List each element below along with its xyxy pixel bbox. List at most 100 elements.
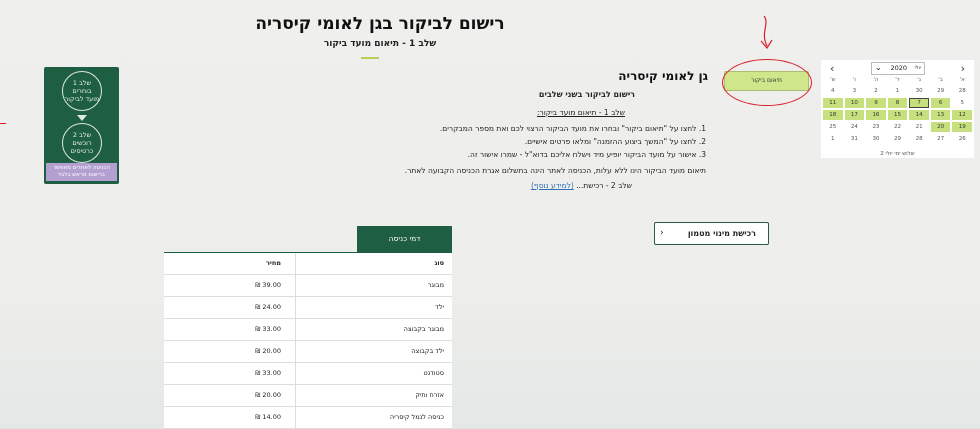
- annotation-mark: [0, 123, 6, 124]
- ticket-price: 14.00 ₪: [255, 413, 281, 421]
- calendar-day: 24: [850, 124, 858, 130]
- calendar-day[interactable]: 18: [823, 110, 843, 120]
- calendar-day: 29: [937, 88, 945, 94]
- calendar-day[interactable]: 12: [952, 110, 972, 120]
- weekday-label: ג': [917, 77, 921, 83]
- table-row: מבוגר 39.00 ₪: [164, 275, 452, 297]
- calendar-month: יולי: [914, 65, 921, 71]
- step1-heading: שלב 1 - תיאום מועד ביקור:: [536, 108, 625, 117]
- weekday-label: ב': [938, 77, 943, 83]
- annotation-circle: [722, 59, 812, 106]
- calendar-grid: א' ב' ג' ד' ה' ו' ש' 28 29 30 1 2 3 4 5 6 7 8 9 10 11 12 13 14 1…: [823, 76, 972, 144]
- calendar-day[interactable]: 19: [952, 122, 972, 132]
- calendar-day: 23: [872, 124, 880, 130]
- annotation-arrow: [760, 15, 773, 50]
- ticket-price: 20.00 ₪: [255, 391, 281, 399]
- step1-line: שלב 1: [72, 78, 92, 87]
- ticket-type: מבוגר: [295, 275, 452, 296]
- price-table: סוג מחיר מבוגר 39.00 ₪ ילד 24.00 ₪ מבוגר בקב…: [164, 253, 452, 429]
- column-header-price: מחיר: [266, 259, 281, 267]
- ticket-price: 39.00 ₪: [255, 281, 281, 289]
- two-steps-heading: רישום לביקור בשני שלבים: [538, 90, 635, 99]
- table-row: מבוגר בקבוצה 33.00 ₪: [164, 319, 452, 341]
- title-divider: [361, 57, 379, 59]
- calendar-day[interactable]: 9: [866, 98, 886, 108]
- ticket-type: אזרח ותיק: [295, 385, 452, 406]
- instruction-item: 1. לחצו על "תיאום ביקור" ובחרו את מועד ה…: [439, 124, 706, 133]
- steps-note-line: ברישום מראש בלבד: [58, 172, 105, 178]
- ticket-type: ילד: [295, 297, 452, 318]
- ticket-price: 24.00 ₪: [255, 303, 281, 311]
- table-row: ילד בקבוצה 20.00 ₪: [164, 341, 452, 363]
- calendar-day[interactable]: 14: [909, 110, 929, 120]
- calendar-day: 30: [872, 136, 880, 142]
- step2-text: שלב 2 - רכישת...: [576, 181, 632, 190]
- step1-line: בוחרים: [72, 86, 92, 95]
- calendar-day[interactable]: 11: [823, 98, 843, 108]
- calendar-day: 27: [937, 136, 945, 142]
- calendar-day: 1: [831, 136, 835, 142]
- calendar-day: 1: [895, 88, 900, 94]
- calendar-day: 29: [894, 136, 901, 142]
- calendar-day[interactable]: 8: [887, 98, 908, 108]
- page-subtitle: שלב 1 - תיאום מועד ביקור: [323, 39, 437, 49]
- calendar-year: 2020: [890, 64, 907, 72]
- table-row: ילד 24.00 ₪: [164, 297, 452, 319]
- chevron-right-icon: ›: [660, 228, 664, 238]
- instruction-item: 3. אישור על מועד הביקור יופיע מיד וישלח …: [467, 150, 706, 159]
- instruction-item: 2. לחצו על "המשך ביצוע ההזמנה" ומלאו פרט…: [524, 137, 706, 146]
- table-row: כניסה לנמל קיסריה 14.00 ₪: [164, 407, 452, 429]
- calendar-day: 21: [915, 124, 923, 130]
- step1-circle: שלב 1 בוחרים מועד לביקור: [62, 71, 102, 111]
- calendar-day[interactable]: 13: [930, 110, 951, 120]
- cost-note: תיאום מועד הביקור הינו ללא עלות, הכניסה …: [404, 166, 706, 175]
- calendar-day: 26: [958, 136, 966, 142]
- calendar-day: 2: [874, 88, 878, 94]
- buy-subscription-label: רכישת מינוי מטמון: [687, 229, 756, 238]
- ticket-type: סטודנט: [295, 363, 452, 384]
- price-table-header: סוג מחיר: [164, 253, 452, 275]
- calendar-day[interactable]: 15: [887, 110, 908, 120]
- arrow-down-icon: [77, 115, 87, 121]
- steps-note: הכניסה לאתרים מאפשר ברישום מראש בלבד: [46, 163, 117, 181]
- calendar-day: 4: [831, 88, 835, 94]
- ticket-price: 33.00 ₪: [255, 369, 281, 377]
- buy-subscription-button[interactable]: רכישת מינוי מטמון ›: [654, 222, 769, 245]
- chevron-down-icon: ⌄: [875, 63, 882, 72]
- calendar-day[interactable]: 10: [844, 98, 865, 108]
- table-row: סטודנט 33.00 ₪: [164, 363, 452, 385]
- ticket-type: ילד בקבוצה: [295, 341, 452, 362]
- calendar-day[interactable]: 7: [909, 98, 929, 108]
- calendar-day: 25: [829, 124, 837, 130]
- calendar-day[interactable]: 17: [844, 110, 865, 120]
- calendar-day: 5: [960, 100, 964, 106]
- calendar-day[interactable]: 6: [930, 98, 951, 108]
- ticket-price: 33.00 ₪: [255, 325, 281, 333]
- calendar-day[interactable]: 16: [866, 110, 886, 120]
- calendar-day: 28: [958, 88, 966, 94]
- ticket-price: 20.00 ₪: [255, 347, 281, 355]
- weekday-label: ו': [852, 77, 856, 83]
- step2-line: שלב 2: [72, 130, 92, 139]
- calendar-footer: שלוש ימי יולי 2: [880, 151, 915, 157]
- column-header-type: סוג: [295, 253, 452, 274]
- calendar-day: 22: [894, 124, 901, 130]
- ticket-type: מבוגר בקבוצה: [295, 319, 452, 340]
- weekday-label: ד': [895, 77, 900, 83]
- step2-line: רוכשים: [72, 138, 92, 147]
- calendar-day: 30: [915, 88, 923, 94]
- calendar-day[interactable]: 20: [930, 122, 951, 132]
- chevron-left-icon[interactable]: ‹: [830, 62, 834, 75]
- weekday-label: ה': [873, 77, 879, 83]
- more-info-link[interactable]: (למידע נוסף): [531, 181, 574, 190]
- month-year-select[interactable]: ⌄ 2020 יולי: [871, 62, 925, 75]
- instructions-list: 1. לחצו על "תיאום ביקור" ובחרו את מועד ה…: [286, 122, 706, 161]
- page-title: רישום לביקור בגן לאומי קיסריה: [255, 14, 505, 34]
- weekday-label: א': [959, 77, 965, 83]
- park-title: גן לאומי קיסריה: [618, 69, 708, 83]
- calendar-day: 28: [915, 136, 923, 142]
- steps-card: שלב 1 בוחרים מועד לביקור שלב 2 רוכשים כר…: [44, 67, 119, 184]
- chevron-right-icon[interactable]: ›: [961, 62, 965, 75]
- tab-entrance-fees[interactable]: דמי כניסה: [357, 226, 452, 252]
- ticket-type: כניסה לנמל קיסריה: [295, 407, 452, 428]
